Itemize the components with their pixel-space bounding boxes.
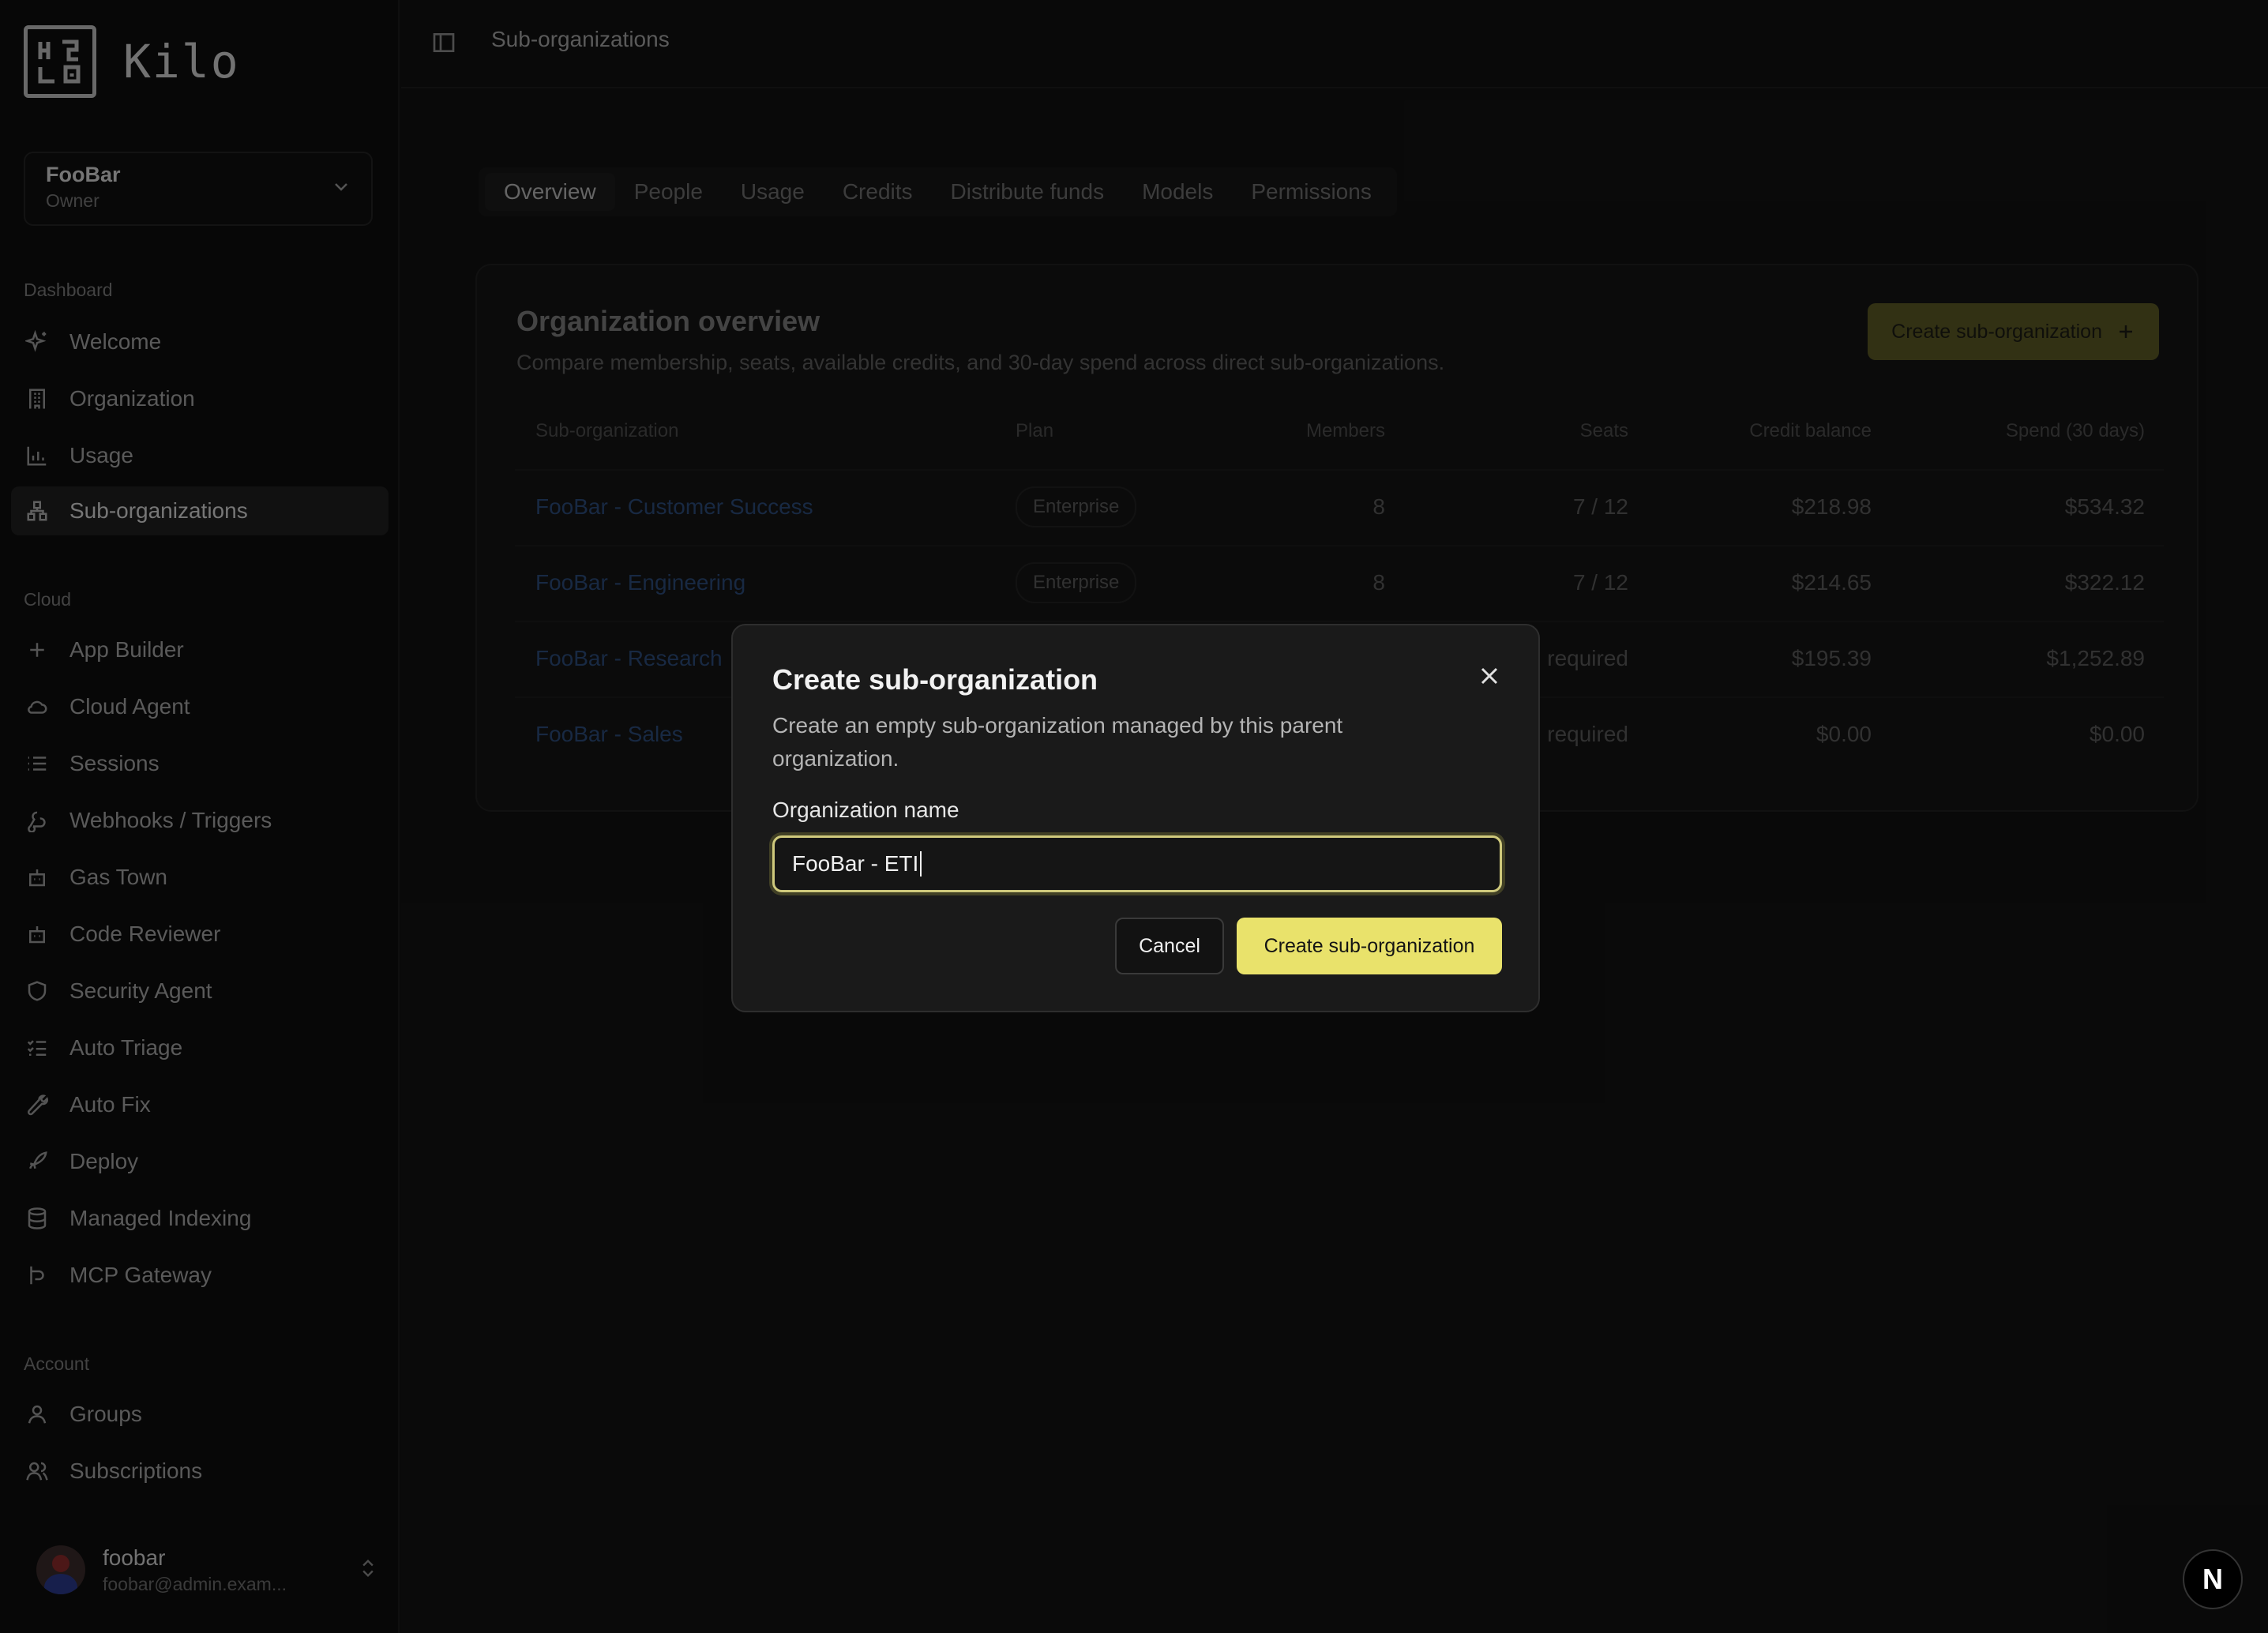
- organization-name-input[interactable]: FooBar - ETI: [772, 835, 1502, 892]
- create-sub-organization-dialog: Create sub-organization Create an empty …: [731, 624, 1540, 1012]
- cancel-button[interactable]: Cancel: [1115, 918, 1224, 974]
- dialog-description: Create an empty sub-organization managed…: [772, 713, 1343, 771]
- dialog-title: Create sub-organization: [772, 663, 1098, 696]
- organization-name-label: Organization name: [772, 798, 959, 822]
- create-sub-organization-submit-button[interactable]: Create sub-organization: [1237, 918, 1502, 974]
- close-icon[interactable]: [1475, 662, 1504, 690]
- input-value: FooBar - ETI: [792, 851, 919, 876]
- dev-tools-badge[interactable]: N: [2183, 1549, 2243, 1609]
- text-caret: [920, 851, 922, 877]
